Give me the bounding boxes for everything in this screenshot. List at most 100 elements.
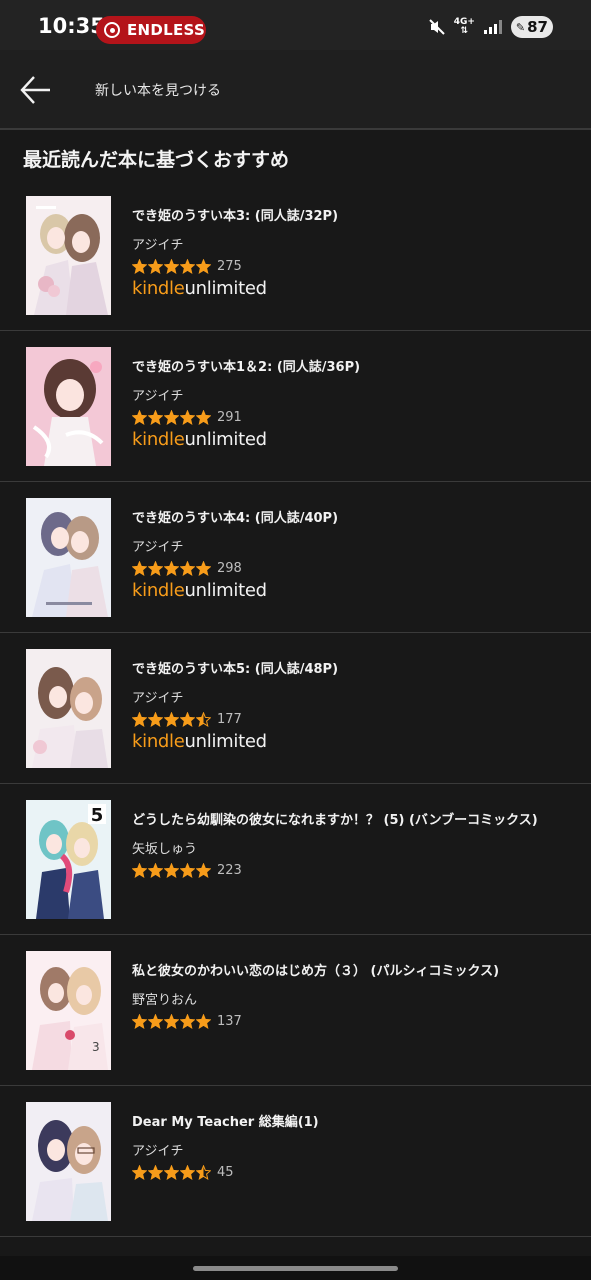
gesture-bar [0, 1256, 591, 1280]
star-rating [132, 409, 211, 425]
rating-count: 275 [217, 258, 242, 274]
endless-badge[interactable]: ENDLESS [96, 16, 206, 44]
book-author: 矢坂しゅう [132, 842, 198, 857]
star-full-icon [196, 862, 211, 878]
book-cover[interactable]: 3 [26, 951, 111, 1070]
battery-saver-icon: ✎ [515, 20, 526, 34]
star-full-icon [132, 862, 147, 878]
star-full-icon [132, 560, 147, 576]
book-cover[interactable] [26, 347, 111, 466]
battery-indicator: ✎ 87 [510, 16, 553, 38]
book-title[interactable]: でき姫のうすい本1＆2: (同人誌/36P) [132, 357, 567, 379]
ku-kindle-text: kindle [132, 278, 185, 299]
rating-row: 298 [132, 559, 567, 577]
star-half-icon [196, 711, 211, 727]
book-author: アジイチ [132, 540, 184, 555]
star-full-icon [164, 862, 179, 878]
kindle-unlimited-logo: kindleunlimited [132, 278, 567, 300]
book-author: アジイチ [132, 691, 184, 706]
star-rating [132, 711, 211, 727]
svg-text:3: 3 [92, 1040, 100, 1054]
kindle-unlimited-logo: kindleunlimited [132, 731, 567, 753]
star-rating [132, 1013, 211, 1029]
rating-count: 45 [217, 1164, 234, 1180]
book-title[interactable]: でき姫のうすい本3: (同人誌/32P) [132, 206, 567, 228]
clock: 10:35 [38, 14, 105, 38]
kindle-unlimited-logo: kindleunlimited [132, 429, 567, 451]
book-title[interactable]: どうしたら幼馴染の彼女になれますか！？ (5) (バンブーコミックス) [132, 810, 567, 832]
kindle-unlimited-logo: kindleunlimited [132, 580, 567, 602]
book-info: でき姫のうすい本1＆2: (同人誌/36P) アジイチ 291 kindleun… [132, 357, 567, 451]
book-title[interactable]: Dear My Teacher 総集編(1) [132, 1112, 567, 1134]
back-button[interactable] [18, 72, 54, 108]
ku-unlimited-text: unlimited [184, 731, 268, 752]
star-full-icon [132, 711, 147, 727]
book-item[interactable]: でき姫のうすい本3: (同人誌/32P) アジイチ 275 kindleunli… [0, 180, 591, 331]
rating-count: 291 [217, 409, 242, 425]
book-info: 私と彼女のかわいい恋のはじめ方（３） (パルシィコミックス) 野宮りおん 137 [132, 961, 567, 1030]
page-title: 新しい本を見つける [95, 83, 221, 99]
svg-text:5: 5 [91, 805, 104, 826]
star-full-icon [148, 409, 163, 425]
book-cover[interactable]: 5 [26, 800, 111, 919]
star-full-icon [180, 409, 195, 425]
star-full-icon [180, 711, 195, 727]
book-title[interactable]: 私と彼女のかわいい恋のはじめ方（３） (パルシィコミックス) [132, 961, 567, 983]
star-full-icon [148, 560, 163, 576]
ku-kindle-text: kindle [132, 731, 185, 752]
book-item[interactable]: でき姫のうすい本5: (同人誌/48P) アジイチ 177 kindleunli… [0, 633, 591, 784]
book-author: 野宮りおん [132, 993, 198, 1008]
system-icons: 4G+ ⇅ ✎ 87 [428, 16, 553, 38]
book-cover[interactable] [26, 498, 111, 617]
star-full-icon [148, 862, 163, 878]
book-item[interactable]: 3 私と彼女のかわいい恋のはじめ方（３） (パルシィコミックス) 野宮りおん 1… [0, 935, 591, 1086]
rating-count: 137 [217, 1013, 242, 1029]
network-indicator: 4G+ ⇅ [454, 18, 475, 36]
mute-icon [428, 19, 445, 35]
book-cover[interactable] [26, 649, 111, 768]
star-full-icon [132, 1164, 147, 1180]
book-item[interactable]: Dear My Teacher 総集編(1) アジイチ 45 [0, 1086, 591, 1237]
book-title[interactable]: でき姫のうすい本4: (同人誌/40P) [132, 508, 567, 530]
signal-icon [483, 20, 502, 34]
ku-unlimited-text: unlimited [184, 580, 268, 601]
book-cover[interactable] [26, 1102, 111, 1221]
star-full-icon [164, 1164, 179, 1180]
star-full-icon [180, 1013, 195, 1029]
star-full-icon [196, 409, 211, 425]
book-author: アジイチ [132, 389, 184, 404]
rating-count: 298 [217, 560, 242, 576]
book-item[interactable]: 5 どうしたら幼馴染の彼女になれますか！？ (5) (バンブーコミックス) 矢坂… [0, 784, 591, 935]
star-rating [132, 1164, 211, 1180]
ku-kindle-text: kindle [132, 580, 185, 601]
book-title[interactable]: でき姫のうすい本5: (同人誌/48P) [132, 659, 567, 681]
star-full-icon [164, 711, 179, 727]
book-info: でき姫のうすい本5: (同人誌/48P) アジイチ 177 kindleunli… [132, 659, 567, 753]
star-rating [132, 258, 211, 274]
app-bar: 新しい本を見つける [0, 50, 591, 130]
rating-row: 275 [132, 257, 567, 275]
home-handle[interactable] [193, 1266, 398, 1271]
rating-row: 137 [132, 1012, 567, 1030]
book-item[interactable]: でき姫のうすい本1＆2: (同人誌/36P) アジイチ 291 kindleun… [0, 331, 591, 482]
star-half-icon [196, 1164, 211, 1180]
book-cover[interactable] [26, 196, 111, 315]
star-full-icon [148, 711, 163, 727]
book-info: どうしたら幼馴染の彼女になれますか！？ (5) (バンブーコミックス) 矢坂しゅ… [132, 810, 567, 879]
star-full-icon [148, 258, 163, 274]
star-full-icon [164, 560, 179, 576]
star-full-icon [164, 409, 179, 425]
rating-row: 45 [132, 1163, 567, 1181]
star-full-icon [132, 409, 147, 425]
rating-count: 223 [217, 862, 242, 878]
star-rating [132, 862, 211, 878]
status-bar: 10:35 ENDLESS 4G+ ⇅ ✎ 87 [0, 0, 591, 50]
rating-row: 291 [132, 408, 567, 426]
ku-unlimited-text: unlimited [184, 429, 268, 450]
book-info: でき姫のうすい本3: (同人誌/32P) アジイチ 275 kindleunli… [132, 206, 567, 300]
star-full-icon [132, 1013, 147, 1029]
book-item[interactable]: でき姫のうすい本4: (同人誌/40P) アジイチ 298 kindleunli… [0, 482, 591, 633]
star-full-icon [148, 1164, 163, 1180]
endless-badge-label: ENDLESS [127, 21, 206, 39]
rating-row: 223 [132, 861, 567, 879]
